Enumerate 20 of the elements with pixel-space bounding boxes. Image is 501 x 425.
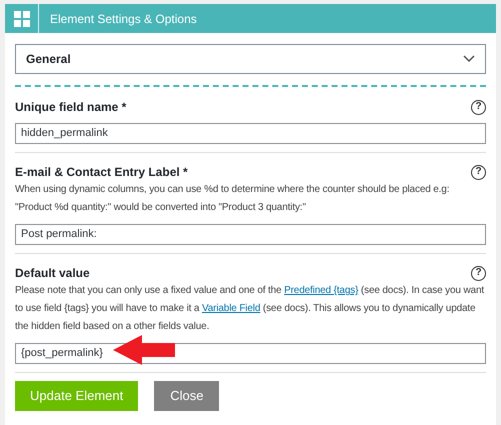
input-field[interactable]: hidden_permalink <box>15 122 486 144</box>
window-title: Element Settings & Options <box>49 10 197 28</box>
field-label: Unique field name * <box>15 99 126 116</box>
grid-icon <box>14 10 30 26</box>
arrow-annotation <box>113 335 175 365</box>
field-description: When using dynamic columns, you can use %d to determine where the counter should be placed e.g: <box>15 183 450 197</box>
chevron-icon <box>463 55 475 63</box>
section-dropdown[interactable]: General <box>15 44 486 74</box>
field-description: "Product %d quantity:" would be converted into "Product 3 quantity:" <box>15 201 307 215</box>
field-label: E-mail & Contact Entry Label * <box>15 164 188 181</box>
docs-link[interactable]: Predefined {tags} <box>284 285 358 296</box>
help-icon[interactable]: ? <box>471 266 486 280</box>
field-description: Please note that you can only use a fixed value and one of the Predefined {tags} (see docs). In case you want to use field {tags} you will have to make it a Variable Field (see docs). This allows you to dynamically update the hidden field based on a other fields value. <box>15 284 486 334</box>
docs-link[interactable]: Variable Field <box>202 303 260 314</box>
help-icon[interactable]: ? <box>471 100 486 114</box>
input-field[interactable]: {post_permalink} <box>15 342 486 364</box>
input-field[interactable]: Post permalink: <box>15 224 486 244</box>
help-icon[interactable]: ? <box>471 164 486 180</box>
field-label: Default value <box>15 265 90 282</box>
close-button[interactable]: Close <box>154 381 220 411</box>
